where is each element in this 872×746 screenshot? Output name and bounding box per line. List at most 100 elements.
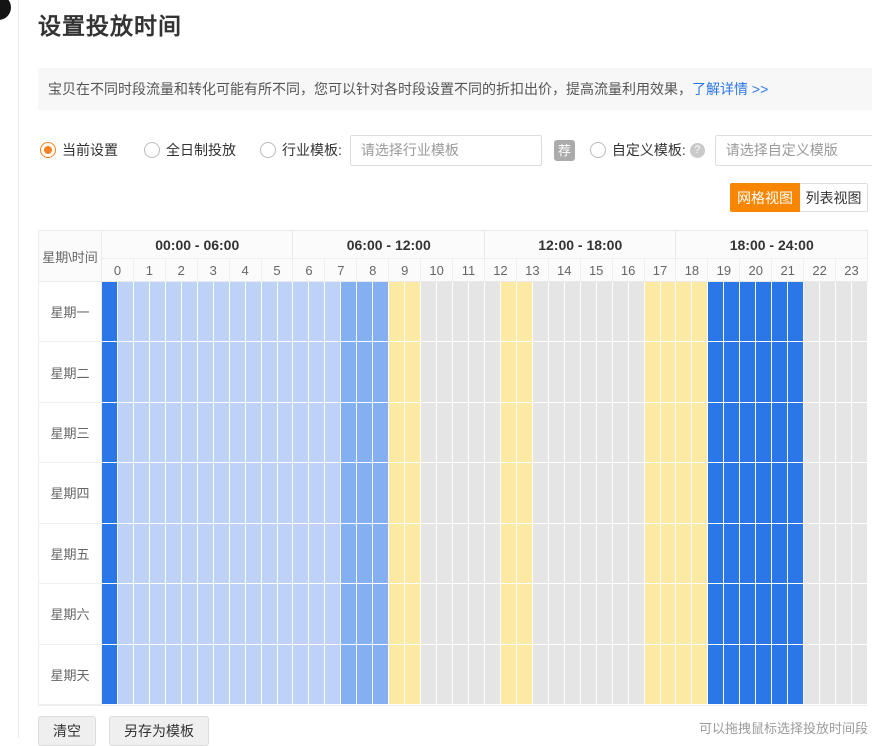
time-slot-cell[interactable]	[629, 403, 645, 463]
time-slot-cell[interactable]	[836, 645, 852, 705]
time-slot-cell[interactable]	[469, 403, 485, 463]
time-slot-cell[interactable]	[517, 403, 533, 463]
time-slot-cell[interactable]	[788, 584, 804, 644]
time-slot-cell[interactable]	[645, 584, 661, 644]
time-slot-cell[interactable]	[134, 645, 150, 705]
time-slot-cell[interactable]	[230, 463, 246, 523]
time-slot-cell[interactable]	[293, 584, 309, 644]
time-slot-cell[interactable]	[373, 342, 389, 402]
time-slot-cell[interactable]	[150, 584, 166, 644]
time-slot-cell[interactable]	[708, 403, 724, 463]
time-slot-cell[interactable]	[102, 463, 118, 523]
time-slot-cell[interactable]	[182, 282, 198, 342]
time-slot-cell[interactable]	[309, 584, 325, 644]
time-slot-cell[interactable]	[373, 282, 389, 342]
time-slot-cell[interactable]	[613, 282, 629, 342]
time-slot-cell[interactable]	[150, 282, 166, 342]
radio-custom-template[interactable]: 自定义模板:	[590, 140, 686, 160]
time-slot-cell[interactable]	[517, 524, 533, 584]
time-slot-cell[interactable]	[740, 463, 756, 523]
time-slot-cell[interactable]	[645, 342, 661, 402]
time-slot-cell[interactable]	[804, 403, 820, 463]
time-slot-cell[interactable]	[198, 584, 214, 644]
time-slot-cell[interactable]	[214, 645, 230, 705]
time-slot-cell[interactable]	[485, 282, 501, 342]
time-slot-cell[interactable]	[485, 342, 501, 402]
time-slot-cell[interactable]	[597, 524, 613, 584]
time-slot-cell[interactable]	[501, 645, 517, 705]
time-slot-cell[interactable]	[118, 342, 134, 402]
time-slot-cell[interactable]	[692, 282, 708, 342]
time-slot-cell[interactable]	[278, 524, 294, 584]
time-slot-cell[interactable]	[214, 282, 230, 342]
time-slot-cell[interactable]	[788, 403, 804, 463]
time-slot-cell[interactable]	[645, 524, 661, 584]
time-slot-cell[interactable]	[772, 524, 788, 584]
time-slot-cell[interactable]	[134, 584, 150, 644]
time-slot-cell[interactable]	[517, 463, 533, 523]
time-slot-cell[interactable]	[613, 342, 629, 402]
time-slot-cell[interactable]	[740, 282, 756, 342]
time-slot-cell[interactable]	[581, 282, 597, 342]
time-slot-cell[interactable]	[836, 584, 852, 644]
time-slot-cell[interactable]	[692, 524, 708, 584]
time-slot-cell[interactable]	[182, 463, 198, 523]
time-slot-cell[interactable]	[325, 463, 341, 523]
time-slot-cell[interactable]	[469, 645, 485, 705]
time-slot-cell[interactable]	[453, 584, 469, 644]
time-slot-cell[interactable]	[772, 342, 788, 402]
time-slot-cell[interactable]	[645, 463, 661, 523]
time-slot-cell[interactable]	[182, 524, 198, 584]
time-slot-cell[interactable]	[820, 403, 836, 463]
time-slot-cell[interactable]	[309, 463, 325, 523]
time-slot-cell[interactable]	[262, 524, 278, 584]
time-slot-cell[interactable]	[405, 342, 421, 402]
time-slot-cell[interactable]	[246, 342, 262, 402]
time-slot-cell[interactable]	[533, 645, 549, 705]
time-slot-cell[interactable]	[453, 403, 469, 463]
time-slot-cell[interactable]	[676, 524, 692, 584]
time-slot-cell[interactable]	[740, 584, 756, 644]
time-slot-cell[interactable]	[836, 524, 852, 584]
time-slot-cell[interactable]	[565, 524, 581, 584]
time-slot-cell[interactable]	[852, 524, 868, 584]
time-slot-cell[interactable]	[341, 342, 357, 402]
time-slot-cell[interactable]	[134, 342, 150, 402]
time-slot-cell[interactable]	[852, 584, 868, 644]
time-slot-cell[interactable]	[373, 584, 389, 644]
time-slot-cell[interactable]	[676, 282, 692, 342]
time-slot-cell[interactable]	[357, 584, 373, 644]
time-slot-cell[interactable]	[533, 524, 549, 584]
time-slot-cell[interactable]	[549, 403, 565, 463]
time-slot-cell[interactable]	[756, 463, 772, 523]
time-slot-cell[interactable]	[501, 342, 517, 402]
time-slot-cell[interactable]	[357, 463, 373, 523]
time-slot-cell[interactable]	[437, 342, 453, 402]
time-slot-cell[interactable]	[278, 342, 294, 402]
time-slot-cell[interactable]	[134, 524, 150, 584]
list-view-button[interactable]: 列表视图	[800, 183, 868, 212]
time-slot-cell[interactable]	[804, 282, 820, 342]
time-slot-cell[interactable]	[166, 282, 182, 342]
time-slot-cell[interactable]	[341, 463, 357, 523]
time-slot-cell[interactable]	[453, 524, 469, 584]
time-slot-cell[interactable]	[788, 645, 804, 705]
time-slot-cell[interactable]	[581, 645, 597, 705]
time-slot-cell[interactable]	[389, 282, 405, 342]
time-slot-cell[interactable]	[692, 463, 708, 523]
time-slot-cell[interactable]	[661, 524, 677, 584]
time-slot-cell[interactable]	[740, 403, 756, 463]
time-slot-cell[interactable]	[676, 645, 692, 705]
time-slot-cell[interactable]	[788, 463, 804, 523]
time-slot-cell[interactable]	[613, 463, 629, 523]
time-slot-cell[interactable]	[629, 463, 645, 523]
time-slot-cell[interactable]	[230, 645, 246, 705]
time-slot-cell[interactable]	[501, 403, 517, 463]
time-slot-cell[interactable]	[102, 282, 118, 342]
time-slot-cell[interactable]	[804, 584, 820, 644]
time-slot-cell[interactable]	[676, 584, 692, 644]
time-slot-cell[interactable]	[501, 584, 517, 644]
time-slot-cell[interactable]	[724, 403, 740, 463]
time-slot-cell[interactable]	[198, 463, 214, 523]
time-slot-cell[interactable]	[102, 584, 118, 644]
